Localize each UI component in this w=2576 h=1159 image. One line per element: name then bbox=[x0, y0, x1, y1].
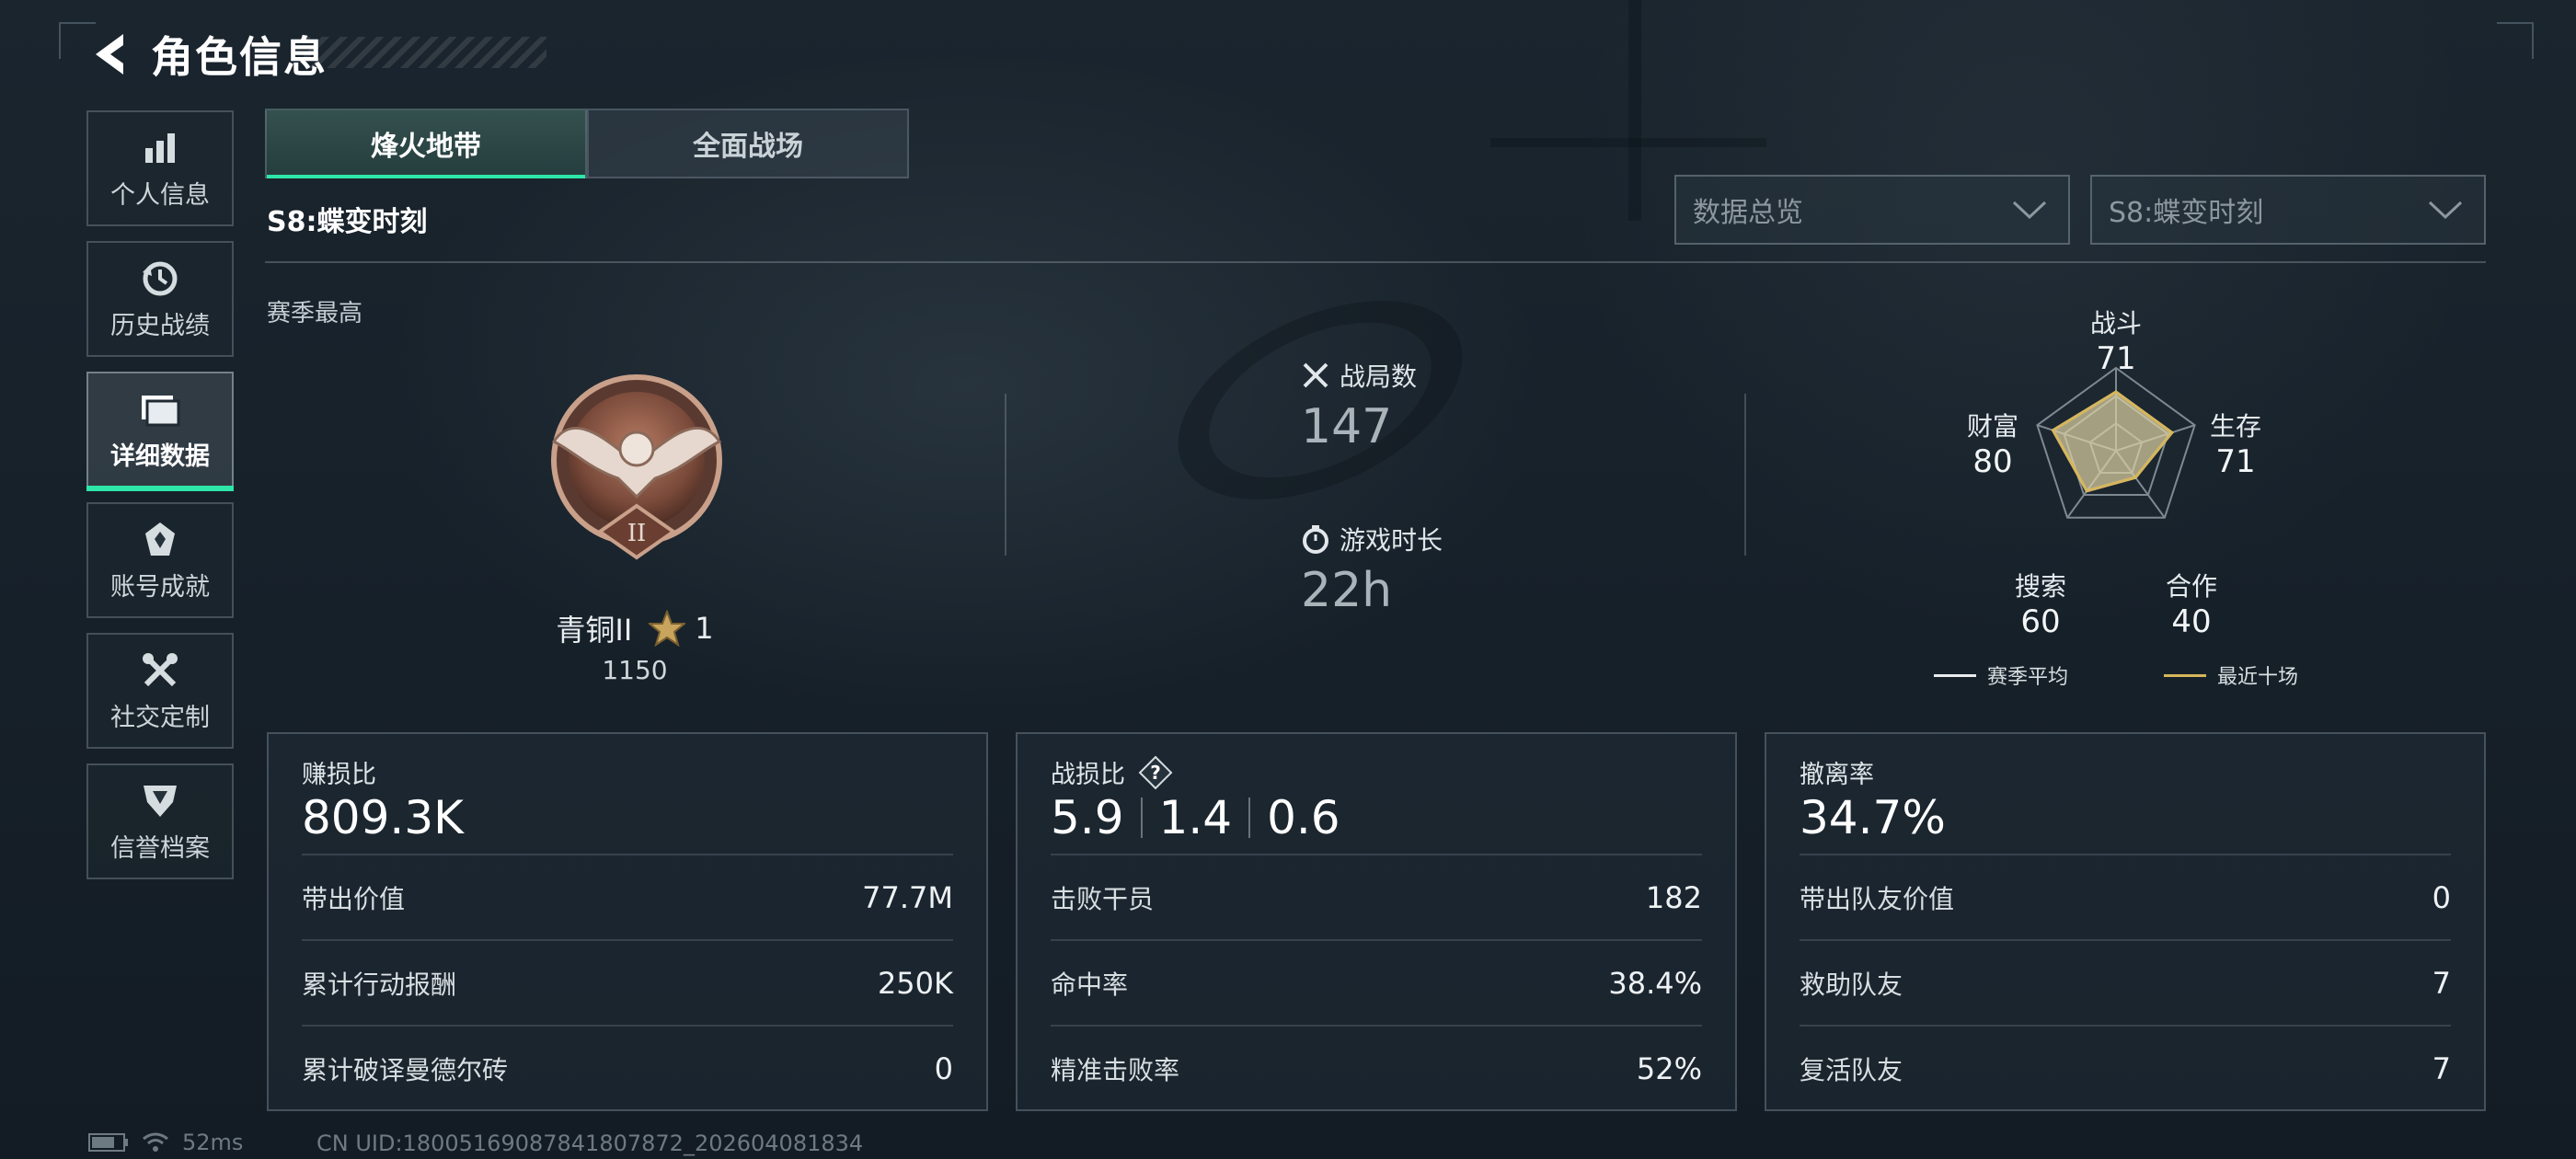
vertical-divider bbox=[1744, 394, 1746, 556]
ping-value: 52ms bbox=[182, 1130, 244, 1155]
rank-star-count: 1 bbox=[695, 611, 714, 646]
corner-decor bbox=[2497, 22, 2534, 59]
matches-stat: 战局数 147 bbox=[1301, 357, 1417, 454]
stat-row: 精准击败率 52% bbox=[1051, 1025, 1702, 1110]
wifi-icon bbox=[143, 1132, 168, 1152]
user-uid: CN UID:18005169087841807872_202604081834 bbox=[316, 1130, 864, 1156]
radar-axis-combat: 战斗 71 bbox=[2089, 308, 2142, 377]
stat-row: 带出队友价值 0 bbox=[1800, 854, 2451, 939]
legend-label: 最近十场 bbox=[2217, 666, 2299, 689]
bar-chart-icon bbox=[142, 127, 178, 169]
rank-info: 青铜II 1 bbox=[543, 607, 727, 649]
stat-row: 复活队友 7 bbox=[1800, 1025, 2451, 1110]
achievement-icon bbox=[142, 519, 178, 561]
sidebar-item-label: 社交定制 bbox=[110, 703, 210, 732]
select-value: S8:蝶变时刻 bbox=[2109, 197, 2264, 229]
help-icon[interactable]: ? bbox=[1138, 755, 1173, 790]
svg-text:?: ? bbox=[1150, 762, 1161, 784]
sidebar-item-label: 个人信息 bbox=[110, 180, 210, 210]
radar-chart: 战斗 71 生存 71 合作 40 搜索 60 财富 80 bbox=[1967, 304, 2261, 653]
chevron-down-icon bbox=[2012, 201, 2047, 220]
rank-name: 青铜II bbox=[556, 613, 633, 648]
radar-axis-wealth: 财富 80 bbox=[1966, 411, 2018, 480]
profit-ratio-value: 809.3K bbox=[302, 791, 464, 844]
stat-row: 带出价值 77.7M bbox=[302, 854, 953, 939]
season-name: S8:蝶变时刻 bbox=[267, 206, 428, 238]
sidebar-item-label: 历史战绩 bbox=[110, 311, 210, 340]
legend-line bbox=[1934, 673, 1976, 677]
page-title: 角色信息 bbox=[151, 32, 328, 82]
vertical-divider bbox=[1005, 394, 1006, 556]
panel-title: 战损比 ? bbox=[1051, 754, 1173, 790]
rank-score: 1150 bbox=[602, 655, 668, 685]
back-arrow-icon bbox=[96, 34, 123, 75]
credit-shield-icon bbox=[142, 780, 178, 822]
playtime-stat: 游戏时长 22h bbox=[1301, 521, 1443, 618]
select-value: 数据总览 bbox=[1693, 197, 1803, 229]
data-overview-select[interactable]: 数据总览 bbox=[1674, 175, 2070, 245]
status-bar: 52ms bbox=[88, 1130, 243, 1155]
extract-panel: 撤离率 34.7% 带出队友价值 0 救助队友 7 复活队友 7 bbox=[1765, 732, 2486, 1111]
chevron-down-icon bbox=[2428, 201, 2463, 220]
radar-axis-search: 搜索 60 bbox=[2014, 571, 2066, 640]
season-select[interactable]: S8:蝶变时刻 bbox=[2090, 175, 2486, 245]
battery-icon bbox=[88, 1133, 128, 1152]
sidebar-item-social[interactable]: 社交定制 bbox=[86, 633, 234, 749]
sidebar: 个人信息 历史战绩 详细数据 账号成就 社交定制 信誉档案 bbox=[86, 110, 234, 894]
rank-emblem: II bbox=[545, 368, 729, 570]
tools-icon bbox=[141, 649, 179, 692]
legend-recent: 最近十场 bbox=[2164, 660, 2298, 690]
matches-value: 147 bbox=[1301, 399, 1393, 454]
sidebar-item-label: 详细数据 bbox=[110, 442, 210, 471]
playtime-label: 游戏时长 bbox=[1340, 525, 1443, 556]
tab-full-battlefield[interactable]: 全面战场 bbox=[587, 109, 909, 178]
radar-axis-survival: 生存 71 bbox=[2209, 411, 2261, 480]
profit-panel: 赚损比 809.3K 带出价值 77.7M 累计行动报酬 250K 累计破译曼德尔砖… bbox=[267, 732, 988, 1111]
combat-panel: 战损比 ? 5.9 1.4 0.6 击败干员 182 命中率 38.4% 精准击败率… bbox=[1016, 732, 1737, 1111]
sidebar-item-personal-info[interactable]: 个人信息 bbox=[86, 110, 234, 226]
radar-axis-cooperation: 合作 40 bbox=[2165, 571, 2217, 640]
extract-rate-value: 34.7% bbox=[1800, 791, 1946, 844]
divider bbox=[265, 261, 2486, 263]
sidebar-item-history[interactable]: 历史战绩 bbox=[86, 241, 234, 357]
folder-icon bbox=[140, 388, 180, 430]
playtime-value: 22h bbox=[1301, 563, 1393, 618]
stat-row: 命中率 38.4% bbox=[1051, 939, 1702, 1025]
back-button[interactable] bbox=[85, 29, 136, 80]
sidebar-item-label: 账号成就 bbox=[110, 572, 210, 602]
panel-title: 撤离率 bbox=[1800, 761, 1874, 789]
header: 角色信息 bbox=[85, 22, 328, 86]
matches-label: 战局数 bbox=[1340, 361, 1418, 392]
legend-line bbox=[2164, 673, 2206, 677]
season-best-label: 赛季最高 bbox=[267, 300, 363, 327]
stopwatch-icon bbox=[1303, 525, 1328, 554]
legend-season-avg: 赛季平均 bbox=[1934, 660, 2068, 690]
background-mast-arm bbox=[1490, 138, 1766, 147]
history-icon bbox=[141, 258, 179, 300]
stat-row: 累计行动报酬 250K bbox=[302, 939, 953, 1025]
tab-warzone[interactable]: 烽火地带 bbox=[265, 109, 587, 178]
mode-tabs: 烽火地带 全面战场 bbox=[265, 109, 909, 178]
sidebar-item-credit[interactable]: 信誉档案 bbox=[86, 763, 234, 879]
combat-ratio-values: 5.9 1.4 0.6 bbox=[1051, 791, 1340, 844]
star-icon bbox=[649, 610, 686, 647]
stat-row: 救助队友 7 bbox=[1800, 939, 2451, 1025]
stat-row: 击败干员 182 bbox=[1051, 854, 1702, 939]
sidebar-item-detailed-data[interactable]: 详细数据 bbox=[86, 372, 234, 491]
emblem-numeral: II bbox=[627, 520, 647, 547]
background-mast bbox=[1628, 0, 1641, 221]
sidebar-item-achievements[interactable]: 账号成就 bbox=[86, 502, 234, 618]
title-decoration bbox=[304, 37, 546, 68]
stat-row: 累计破译曼德尔砖 0 bbox=[302, 1025, 953, 1110]
legend-label: 赛季平均 bbox=[1987, 666, 2069, 689]
crossed-swords-icon bbox=[1303, 362, 1328, 388]
sidebar-item-label: 信誉档案 bbox=[110, 833, 210, 863]
rank-stars: 1 bbox=[649, 610, 714, 647]
panel-title: 赚损比 bbox=[302, 761, 376, 789]
